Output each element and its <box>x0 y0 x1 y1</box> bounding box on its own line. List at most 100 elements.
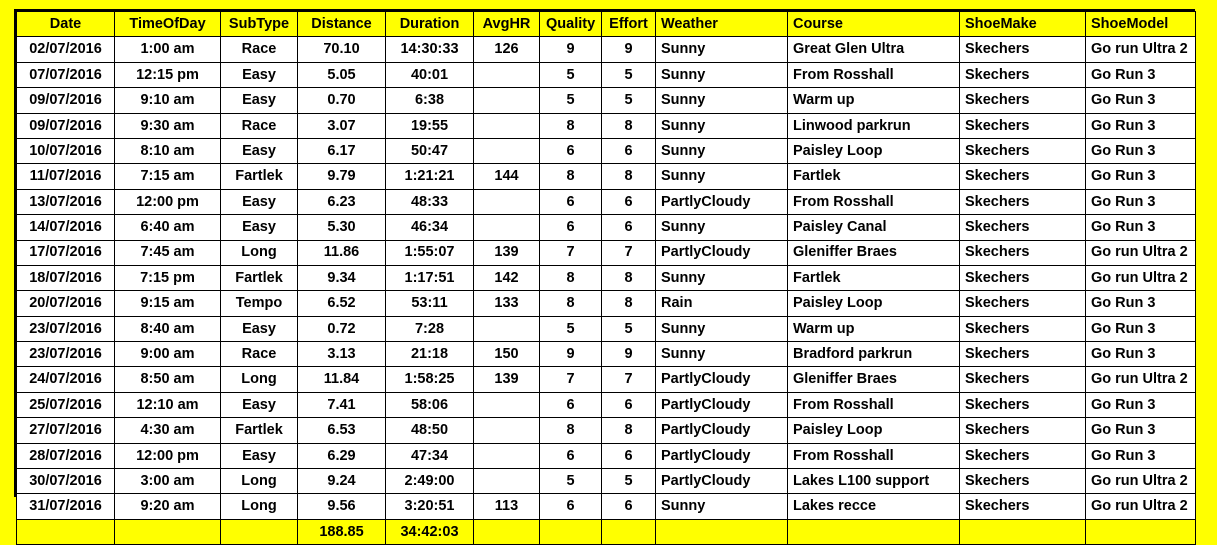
cell-avg-hr[interactable] <box>473 137 540 165</box>
cell-avg-hr[interactable]: 142 <box>473 264 540 292</box>
cell-time-of-day[interactable]: 7:45 am <box>114 239 221 266</box>
cell-shoe-make[interactable]: Skechers <box>959 214 1086 241</box>
cell-date[interactable]: 27/07/2016 <box>16 417 115 444</box>
cell-avg-hr[interactable]: 150 <box>473 341 540 368</box>
cell-sub-type[interactable]: Long <box>220 239 298 266</box>
cell-effort[interactable]: 6 <box>601 442 656 470</box>
table-row[interactable]: 09/07/2016 9:10 am Easy 0.70 6:38 5 5 Sunny Warm… <box>16 87 1196 114</box>
cell-distance[interactable]: 5.30 <box>297 214 386 241</box>
cell-weather[interactable]: PartlyCloudy <box>655 188 788 216</box>
total-cell-effort[interactable] <box>601 518 656 545</box>
table-row[interactable]: 25/07/2016 12:10 am Easy 7.41 58:06 6 6 PartlyC… <box>16 391 1196 419</box>
cell-distance[interactable]: 9.24 <box>297 468 386 495</box>
cell-shoe-model[interactable]: Go run Ultra 2 <box>1085 239 1196 266</box>
cell-avg-hr[interactable]: 139 <box>473 239 540 266</box>
cell-duration[interactable]: 46:34 <box>385 214 474 241</box>
table-row[interactable]: 30/07/2016 3:00 am Long 9.24 2:49:00 5 5 Partly… <box>16 468 1196 495</box>
cell-shoe-model[interactable]: Go run Ultra 2 <box>1085 36 1196 63</box>
total-cell-quality[interactable] <box>539 518 602 545</box>
cell-distance[interactable]: 9.79 <box>297 163 386 190</box>
cell-shoe-model[interactable]: Go Run 3 <box>1085 87 1196 114</box>
cell-avg-hr[interactable] <box>473 188 540 216</box>
cell-distance[interactable]: 7.41 <box>297 391 386 419</box>
cell-time-of-day[interactable]: 4:30 am <box>114 417 221 444</box>
total-cell-date[interactable] <box>16 518 115 545</box>
cell-distance[interactable]: 5.05 <box>297 61 386 89</box>
cell-date[interactable]: 20/07/2016 <box>16 290 115 317</box>
table-row[interactable]: 23/07/2016 8:40 am Easy 0.72 7:28 5 5 Sunny Warm… <box>16 315 1196 343</box>
cell-quality[interactable]: 9 <box>539 36 602 63</box>
table-row[interactable]: 09/07/2016 9:30 am Race 3.07 19:55 8 8 Sunny Lin… <box>16 112 1196 139</box>
cell-sub-type[interactable]: Race <box>220 112 298 139</box>
cell-duration[interactable]: 1:58:25 <box>385 366 474 393</box>
cell-time-of-day[interactable]: 12:00 pm <box>114 188 221 216</box>
cell-weather[interactable]: PartlyCloudy <box>655 391 788 419</box>
cell-time-of-day[interactable]: 9:15 am <box>114 290 221 317</box>
table-row[interactable]: 28/07/2016 12:00 pm Easy 6.29 47:34 6 6 PartlyC… <box>16 442 1196 470</box>
cell-sub-type[interactable]: Easy <box>220 315 298 343</box>
total-cell-weather[interactable] <box>655 518 788 545</box>
cell-effort[interactable]: 8 <box>601 112 656 139</box>
cell-time-of-day[interactable]: 8:50 am <box>114 366 221 393</box>
cell-distance[interactable]: 6.23 <box>297 188 386 216</box>
cell-distance[interactable]: 11.84 <box>297 366 386 393</box>
cell-course[interactable]: From Rosshall <box>787 442 960 470</box>
cell-weather[interactable]: Sunny <box>655 112 788 139</box>
cell-effort[interactable]: 6 <box>601 188 656 216</box>
cell-effort[interactable]: 8 <box>601 163 656 190</box>
cell-date[interactable]: 11/07/2016 <box>16 163 115 190</box>
cell-duration[interactable]: 3:20:51 <box>385 493 474 520</box>
cell-time-of-day[interactable]: 6:40 am <box>114 214 221 241</box>
cell-weather[interactable]: Sunny <box>655 36 788 63</box>
cell-duration[interactable]: 1:55:07 <box>385 239 474 266</box>
cell-quality[interactable]: 6 <box>539 493 602 520</box>
cell-course[interactable]: Bradford parkrun <box>787 341 960 368</box>
cell-shoe-model[interactable]: Go Run 3 <box>1085 341 1196 368</box>
cell-shoe-make[interactable]: Skechers <box>959 341 1086 368</box>
cell-date[interactable]: 31/07/2016 <box>16 493 115 520</box>
cell-weather[interactable]: Sunny <box>655 137 788 165</box>
cell-distance[interactable]: 6.52 <box>297 290 386 317</box>
cell-shoe-model[interactable]: Go Run 3 <box>1085 391 1196 419</box>
cell-course[interactable]: From Rosshall <box>787 61 960 89</box>
cell-effort[interactable]: 6 <box>601 391 656 419</box>
cell-distance[interactable]: 9.34 <box>297 264 386 292</box>
cell-sub-type[interactable]: Fartlek <box>220 264 298 292</box>
cell-sub-type[interactable]: Fartlek <box>220 417 298 444</box>
cell-time-of-day[interactable]: 12:10 am <box>114 391 221 419</box>
table-row[interactable]: 18/07/2016 7:15 pm Fartlek 9.34 1:17:51 142 8 8… <box>16 264 1196 292</box>
cell-avg-hr[interactable] <box>473 315 540 343</box>
cell-shoe-model[interactable]: Go Run 3 <box>1085 214 1196 241</box>
cell-effort[interactable]: 6 <box>601 493 656 520</box>
cell-weather[interactable]: Sunny <box>655 214 788 241</box>
cell-time-of-day[interactable]: 9:20 am <box>114 493 221 520</box>
cell-duration[interactable]: 7:28 <box>385 315 474 343</box>
cell-effort[interactable]: 5 <box>601 468 656 495</box>
cell-sub-type[interactable]: Easy <box>220 188 298 216</box>
cell-sub-type[interactable]: Easy <box>220 214 298 241</box>
cell-shoe-make[interactable]: Skechers <box>959 188 1086 216</box>
cell-date[interactable]: 09/07/2016 <box>16 87 115 114</box>
cell-duration[interactable]: 47:34 <box>385 442 474 470</box>
cell-shoe-make[interactable]: Skechers <box>959 442 1086 470</box>
table-row[interactable]: 13/07/2016 12:00 pm Easy 6.23 48:33 6 6 PartlyC… <box>16 188 1196 216</box>
cell-avg-hr[interactable] <box>473 87 540 114</box>
cell-shoe-make[interactable]: Skechers <box>959 61 1086 89</box>
column-header-avghr[interactable]: AvgHR <box>473 10 540 38</box>
cell-duration[interactable]: 48:33 <box>385 188 474 216</box>
cell-course[interactable]: Gleniffer Braes <box>787 366 960 393</box>
cell-time-of-day[interactable]: 7:15 am <box>114 163 221 190</box>
cell-sub-type[interactable]: Easy <box>220 137 298 165</box>
cell-avg-hr[interactable] <box>473 61 540 89</box>
cell-weather[interactable]: Sunny <box>655 264 788 292</box>
cell-sub-type[interactable]: Long <box>220 468 298 495</box>
cell-distance[interactable]: 6.53 <box>297 417 386 444</box>
column-header-effort[interactable]: Effort <box>601 10 656 38</box>
cell-time-of-day[interactable]: 9:10 am <box>114 87 221 114</box>
cell-shoe-model[interactable]: Go run Ultra 2 <box>1085 493 1196 520</box>
cell-shoe-make[interactable]: Skechers <box>959 391 1086 419</box>
cell-sub-type[interactable]: Easy <box>220 391 298 419</box>
cell-quality[interactable]: 6 <box>539 188 602 216</box>
cell-duration[interactable]: 6:38 <box>385 87 474 114</box>
cell-shoe-make[interactable]: Skechers <box>959 239 1086 266</box>
